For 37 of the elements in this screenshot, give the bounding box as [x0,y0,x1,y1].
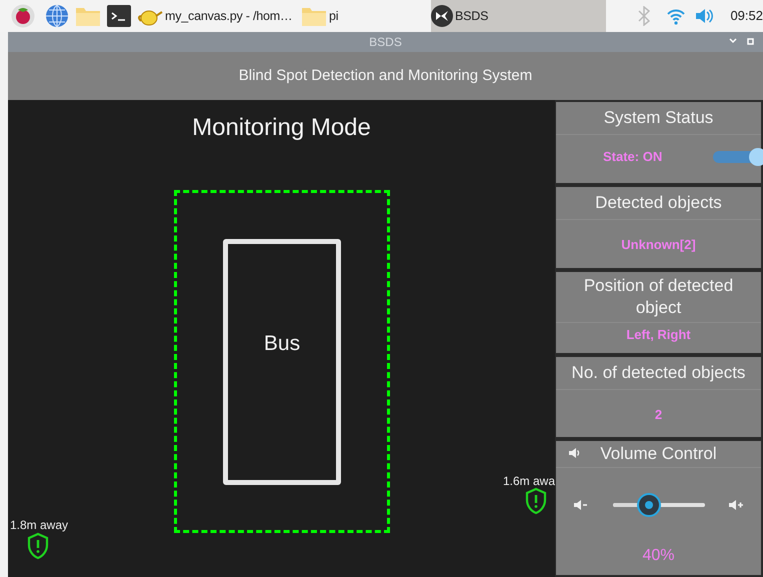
card-value: Unknown[2] [621,236,696,254]
app-header-title: Blind Spot Detection and Monitoring System [238,66,532,86]
distance-label: 1.8m away [10,517,68,534]
card-title: Volume Control [600,443,717,465]
card-value: Left, Right [626,326,691,344]
bluetooth-icon[interactable] [638,6,650,26]
toggle-switch[interactable] [713,148,763,166]
wifi-icon[interactable] [666,7,686,25]
taskbar-window-button[interactable]: my_canvas.py - /hom… [137,0,301,32]
minimize-icon[interactable] [729,38,737,44]
raspberry-icon[interactable] [11,4,35,28]
volume-slider[interactable] [612,493,704,517]
folder-icon [301,5,327,27]
card-title: No. of detected objects [572,362,746,384]
volume-down-icon[interactable] [573,499,589,511]
warning-shield-icon [524,487,548,515]
card-title: System Status [604,107,714,129]
taskbar-window-button[interactable]: pi [301,0,431,32]
window-title: BSDS [369,34,402,51]
speaker-icon [568,447,580,459]
speaker-icon[interactable] [694,7,714,25]
volume-up-icon[interactable] [728,499,744,511]
taskbar-window-button[interactable]: BSDS [431,0,606,32]
globe-icon[interactable] [45,4,69,28]
card-title: Detected objects [595,192,722,214]
card-value: 40% [642,546,675,566]
clock[interactable]: 09:52 [730,6,763,26]
app-logo-icon [431,5,453,27]
card-title: Position of detected object [582,275,734,319]
distance-label: 1.6m awa [502,473,555,490]
vehicle-label: Bus [262,331,302,357]
terminal-icon[interactable] [107,5,131,27]
warning-shield-icon [26,532,50,560]
card-value: State: ON [603,148,662,166]
card-value: 2 [654,406,662,424]
maximize-icon[interactable] [747,38,754,45]
mode-title: Monitoring Mode [191,113,372,143]
